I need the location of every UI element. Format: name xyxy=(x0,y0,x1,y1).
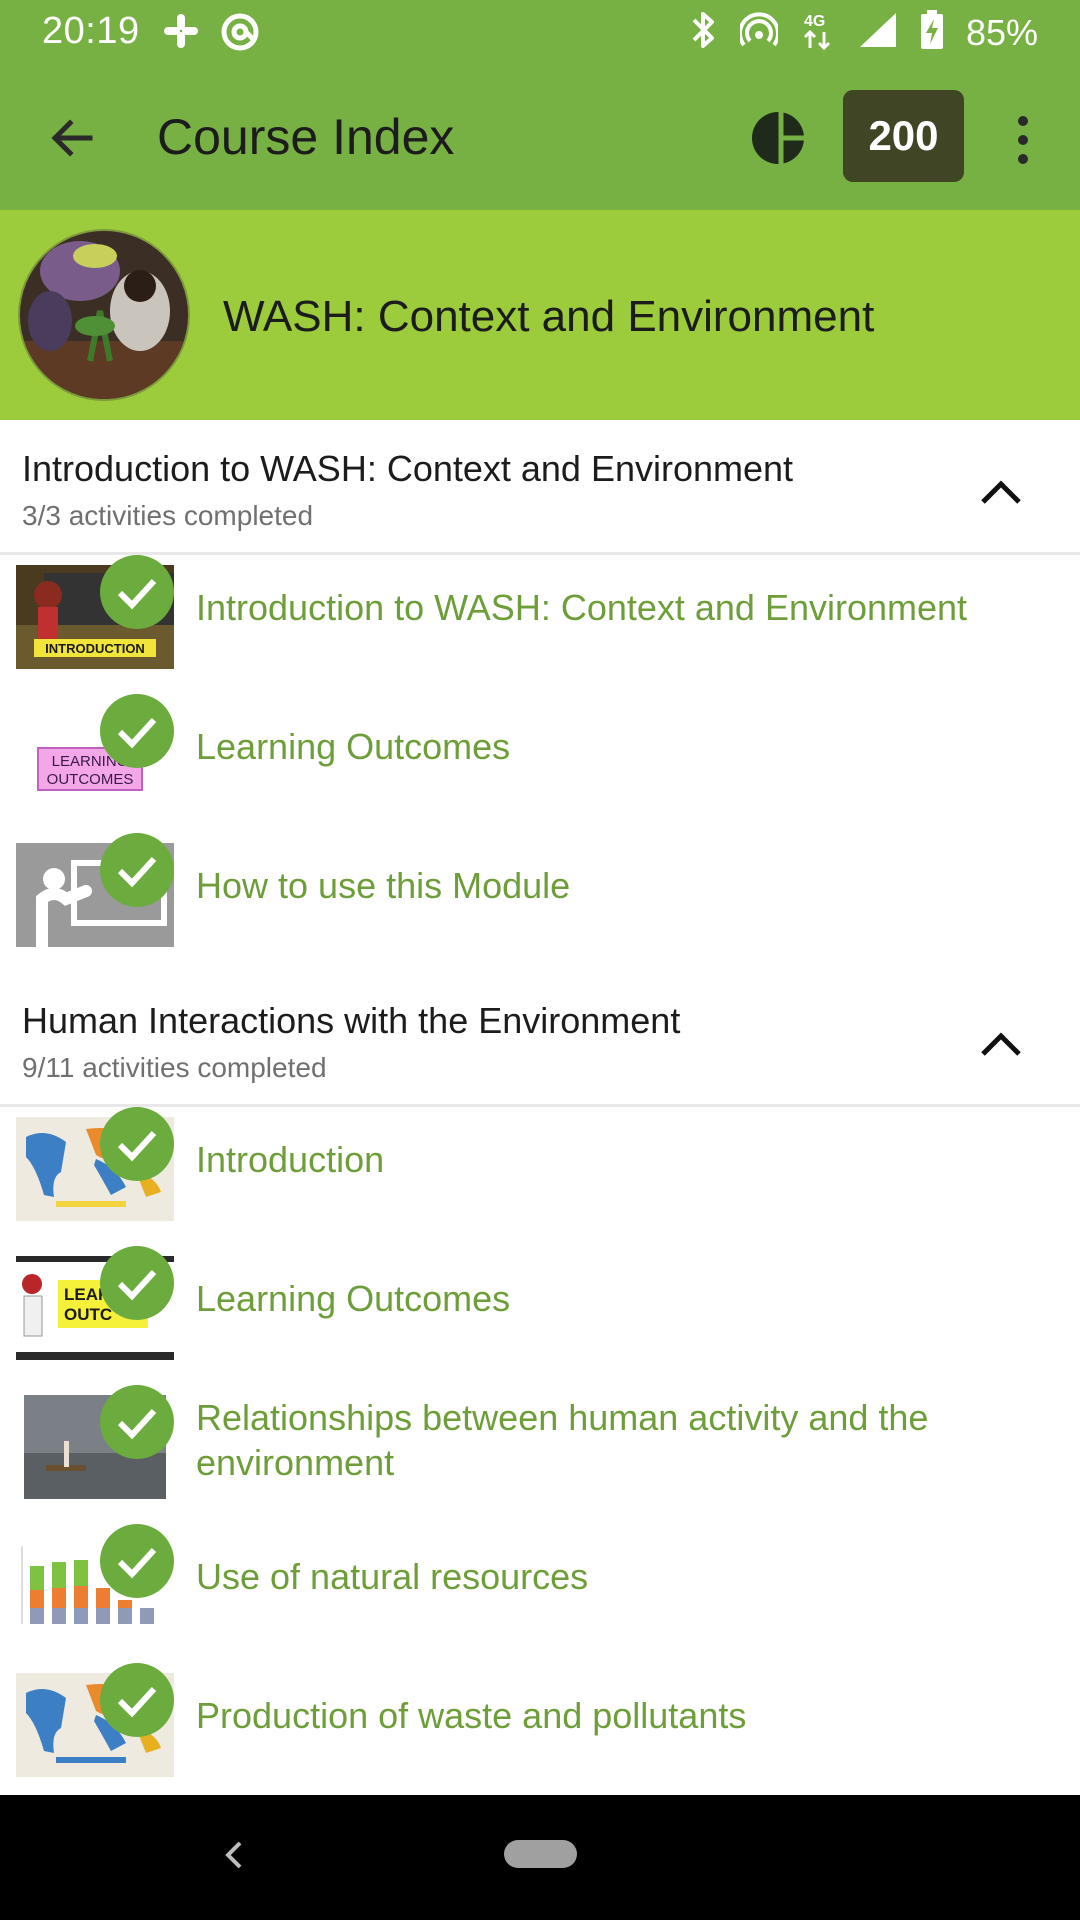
completed-check-icon xyxy=(100,1246,174,1320)
activity-label: Learning Outcomes xyxy=(196,726,511,767)
completed-check-icon xyxy=(100,694,174,768)
bluetooth-icon xyxy=(690,10,718,55)
course-title: WASH: Context and Environment xyxy=(223,292,875,341)
battery-charging-icon xyxy=(920,10,944,55)
activity-label: Learning Outcomes xyxy=(196,1278,511,1319)
activity-item[interactable]: How to use this Module xyxy=(0,833,1080,972)
completed-check-icon xyxy=(100,1663,174,1737)
completed-check-icon xyxy=(100,1524,174,1598)
slack-icon xyxy=(162,12,200,57)
battery-level: 85% xyxy=(965,11,1038,53)
nav-back-icon[interactable] xyxy=(218,1835,248,1875)
activity-label: How to use this Module xyxy=(196,865,571,906)
completed-check-icon xyxy=(100,833,174,907)
activity-item[interactable]: Introduction xyxy=(0,1107,1080,1246)
page-title: Course Index xyxy=(157,109,455,165)
section-header[interactable]: Human Interactions with the Environment … xyxy=(0,972,1080,1107)
activity-label: Relationships between human activity and… xyxy=(196,1397,929,1483)
progress-button[interactable] xyxy=(750,108,810,168)
completed-check-icon xyxy=(100,1385,174,1459)
activity-label: Introduction xyxy=(196,1139,385,1180)
course-header: WASH: Context and Environment xyxy=(0,210,1080,420)
activity-item[interactable]: LEARNING OUTCOMES Learning Outcomes xyxy=(0,694,1080,833)
status-time: 20:19 xyxy=(42,10,140,52)
network-4g-icon: 4G xyxy=(800,10,836,55)
chevron-up-icon[interactable] xyxy=(975,470,1027,510)
section-title: Introduction to WASH: Context and Enviro… xyxy=(22,448,794,489)
nav-home-pill[interactable] xyxy=(504,1840,577,1868)
activity-label: Introduction to WASH: Context and Enviro… xyxy=(196,587,968,628)
completed-check-icon xyxy=(100,1107,174,1181)
completed-check-icon xyxy=(100,555,174,629)
section-progress: 9/11 activities completed xyxy=(22,1052,327,1083)
thumb-text: INTRODUCTION xyxy=(45,641,145,656)
more-vert-icon xyxy=(1018,116,1028,126)
section-header[interactable]: Introduction to WASH: Context and Enviro… xyxy=(0,420,1080,555)
back-button[interactable] xyxy=(42,108,102,168)
status-bar: 20:19 4G 85% xyxy=(0,0,1080,64)
activity-item[interactable]: LEAR OUTC Learning Outcomes xyxy=(0,1246,1080,1385)
section-progress: 3/3 activities completed xyxy=(22,500,314,531)
at-sign-icon xyxy=(220,12,260,57)
activity-item[interactable]: INTRODUCTION Introduction to WASH: Conte… xyxy=(0,555,1080,694)
chevron-up-icon[interactable] xyxy=(975,1022,1027,1062)
activity-label: Production of waste and pollutants xyxy=(196,1695,747,1736)
activity-item[interactable]: Relationships between human activity and… xyxy=(0,1385,1080,1524)
more-options-button[interactable] xyxy=(1005,110,1041,170)
points-badge[interactable]: 200 xyxy=(843,90,964,182)
svg-text:OUTCOMES: OUTCOMES xyxy=(47,771,134,788)
activity-item[interactable]: Production of waste and pollutants xyxy=(0,1663,1080,1802)
back-arrow-icon xyxy=(51,119,93,157)
signal-icon xyxy=(858,11,898,54)
course-image xyxy=(20,231,188,399)
activity-item[interactable]: Use of natural resources xyxy=(0,1524,1080,1663)
hotspot-icon xyxy=(738,11,780,54)
section-title: Human Interactions with the Environment xyxy=(22,1000,681,1041)
activity-label: Use of natural resources xyxy=(196,1556,589,1597)
app-bar: Course Index 200 xyxy=(0,64,1080,210)
progress-pie-icon xyxy=(752,110,806,166)
system-nav-bar xyxy=(0,1795,1080,1920)
svg-text:4G: 4G xyxy=(804,13,825,30)
